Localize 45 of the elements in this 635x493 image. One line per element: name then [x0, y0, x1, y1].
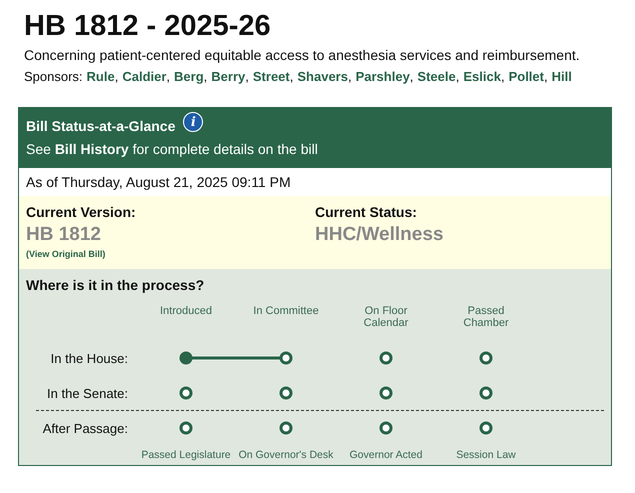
sponsor-link[interactable]: Shavers: [297, 69, 348, 84]
separator-comma: ,: [544, 69, 548, 84]
sponsor-link[interactable]: Street: [252, 69, 290, 84]
sponsors-label: Sponsors:: [24, 69, 83, 84]
bill-description: Concerning patient-centered equitable access to anesthesia services and reimbursement.: [24, 47, 581, 63]
current-status-label: Current Status:: [315, 204, 418, 220]
stage-label: On Floor Calendar: [364, 305, 408, 329]
row-label: In the House:: [50, 350, 128, 366]
process-title: Where is it in the process?: [26, 277, 206, 293]
separator-comma: ,: [290, 69, 294, 84]
separator-comma: ,: [245, 69, 249, 84]
bill-title: HB 1812 - 2025-26: [24, 9, 272, 44]
stage-label: Session Law: [456, 449, 516, 461]
sponsor-link[interactable]: Steele: [417, 69, 456, 84]
as-of-date: As of Thursday, August 21, 2025 09:11 PM: [26, 174, 291, 190]
current-version-label: Current Version:: [26, 204, 137, 220]
panel-title: Bill Status-at-a-Glance: [26, 118, 176, 134]
sponsor-link[interactable]: Pollet: [508, 69, 544, 84]
sponsor-link[interactable]: Hill: [552, 69, 572, 84]
stage-label: Governor Acted: [350, 449, 422, 461]
separator-comma: ,: [204, 69, 208, 84]
info-icon[interactable]: i: [183, 112, 204, 132]
sponsor-link[interactable]: Caldier: [122, 69, 166, 84]
stage-label: Passed Legislature: [141, 449, 231, 461]
separator-comma: ,: [500, 69, 505, 84]
sponsor-link[interactable]: Parshley: [356, 69, 410, 84]
current-version-value: HB 1812: [26, 224, 102, 246]
stage-label: Passed Chamber: [463, 305, 509, 329]
row-label: After Passage:: [42, 420, 128, 436]
separator-comma: ,: [456, 69, 460, 84]
separator-comma: ,: [114, 69, 118, 84]
row-label: In the Senate:: [47, 386, 128, 400]
view-original-bill-link[interactable]: (View Original Bill): [26, 249, 315, 259]
sponsor-link[interactable]: Rule: [86, 69, 115, 84]
separator-comma: ,: [166, 69, 170, 84]
stage-label: Introduced: [160, 305, 212, 317]
current-status-value: HHC/Wellness: [315, 224, 444, 246]
stage-label: In Committee: [253, 305, 319, 317]
stage-label: On Governor's Desk: [238, 449, 334, 461]
separator-comma: ,: [410, 69, 414, 84]
sponsor-link[interactable]: Eslick: [463, 69, 501, 84]
sponsor-link[interactable]: Berry: [211, 69, 246, 84]
separator-comma: ,: [348, 69, 352, 84]
sponsor-link[interactable]: Berg: [174, 69, 204, 84]
bill-history-text: See Bill History for complete details on the bill: [26, 141, 319, 157]
